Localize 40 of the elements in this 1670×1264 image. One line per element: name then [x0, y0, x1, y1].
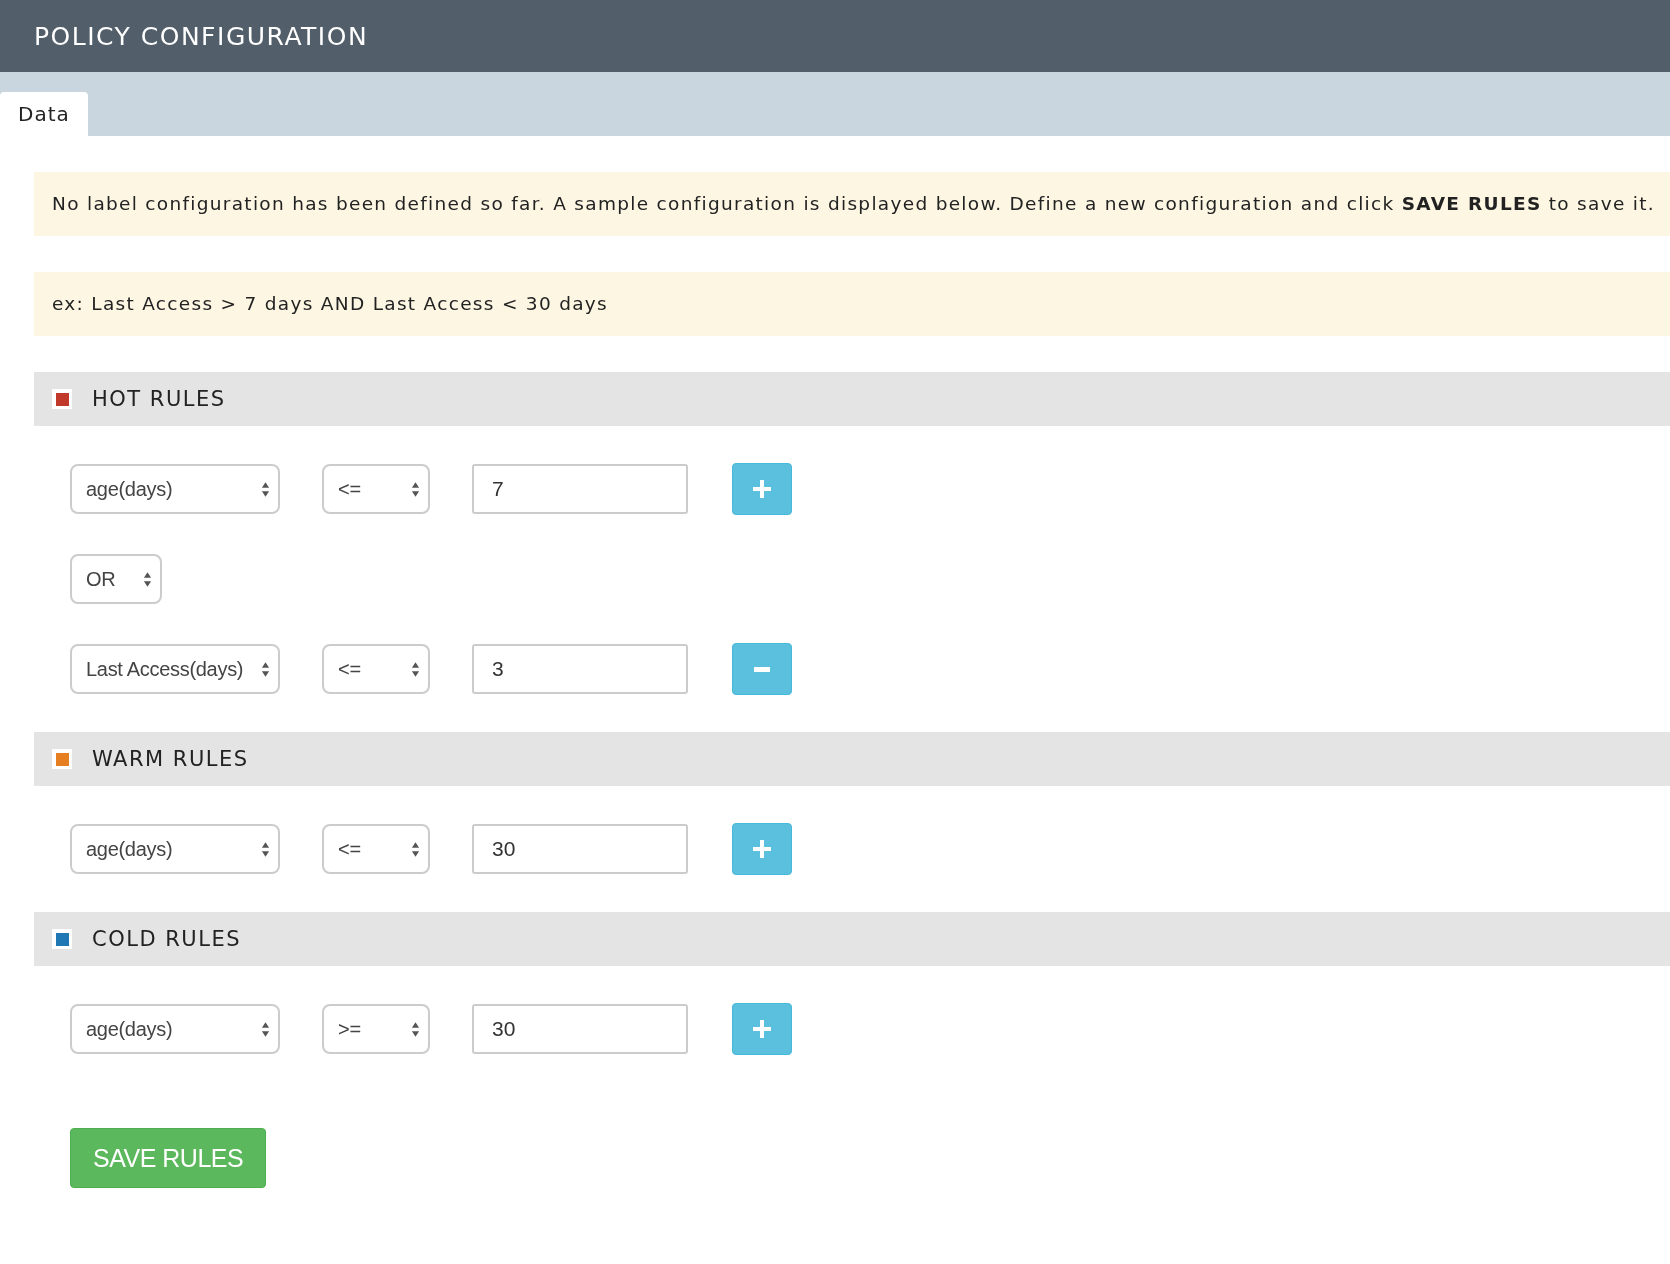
operator-dropdown[interactable]: >= — [322, 1004, 430, 1054]
example-message: ex: Last Access > 7 days AND Last Access < 30 days — [34, 272, 1670, 336]
add-rule-button[interactable] — [732, 823, 792, 875]
spinner-icon — [411, 480, 420, 498]
connector-dropdown[interactable]: OR — [70, 554, 162, 604]
plus-icon — [753, 480, 771, 498]
value-field[interactable]: 3 — [472, 644, 688, 694]
plus-icon — [753, 1020, 771, 1038]
value-field[interactable]: 7 — [472, 464, 688, 514]
plus-icon — [753, 840, 771, 858]
value-field[interactable]: 30 — [472, 824, 688, 874]
value-field[interactable]: 30 — [472, 1004, 688, 1054]
color-swatch — [52, 929, 72, 949]
spinner-icon — [143, 570, 152, 588]
spinner-icon — [411, 660, 420, 678]
spinner-icon — [261, 840, 270, 858]
spinner-icon — [261, 480, 270, 498]
page-title: POLICY CONFIGURATION — [34, 21, 369, 51]
spinner-icon — [261, 660, 270, 678]
info-message: No label configuration has been defined so far. A sample configuration is displayed below. Define a new configuration and click SAVE RULES to save it. — [34, 172, 1670, 236]
section-title: HOT RULES — [92, 387, 226, 411]
color-swatch — [52, 749, 72, 769]
color-swatch — [52, 389, 72, 409]
section-title: WARM RULES — [92, 747, 249, 771]
minus-icon — [754, 666, 770, 672]
spinner-icon — [261, 1020, 270, 1038]
spinner-icon — [411, 1020, 420, 1038]
operator-dropdown[interactable]: <= — [322, 464, 430, 514]
spinner-icon — [411, 840, 420, 858]
operator-dropdown[interactable]: <= — [322, 824, 430, 874]
add-rule-button[interactable] — [732, 463, 792, 515]
field-dropdown[interactable]: Last Access(days) — [70, 644, 280, 694]
add-rule-button[interactable] — [732, 1003, 792, 1055]
tab[interactable]: Data — [0, 92, 88, 136]
remove-rule-button[interactable] — [732, 643, 792, 695]
field-dropdown[interactable]: age(days) — [70, 464, 280, 514]
field-dropdown[interactable]: age(days) — [70, 1004, 280, 1054]
field-dropdown[interactable]: age(days) — [70, 824, 280, 874]
operator-dropdown[interactable]: <= — [322, 644, 430, 694]
section-title: COLD RULES — [92, 927, 241, 951]
